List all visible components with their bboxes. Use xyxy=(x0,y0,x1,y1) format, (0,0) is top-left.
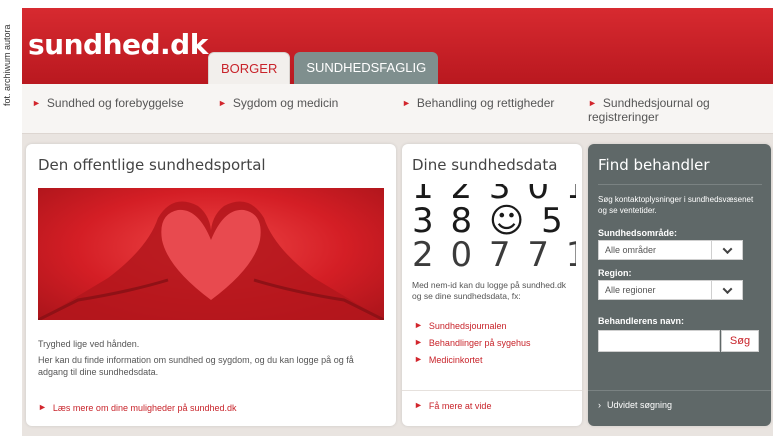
arrow-icon: ► xyxy=(414,320,423,330)
advanced-search-link[interactable]: › Udvidet søgning xyxy=(598,400,672,410)
tab-sundhedsfaglig[interactable]: SUNDHEDSFAGLIG xyxy=(294,52,439,84)
page-frame: sundhed.dk BORGER SUNDHEDSFAGLIG ► Sundhe… xyxy=(22,8,773,436)
digits-illustration: 1 2 3 0 1 5 3 8 ☺ 5 6 7 2 0 7 7 1 6 xyxy=(412,184,576,272)
health-data-title: Dine sundhedsdata xyxy=(412,156,558,174)
heart-hands-image xyxy=(38,188,384,320)
link-behandlinger[interactable]: ► Behandlinger på sygehus xyxy=(414,337,531,348)
nav-item-sygdom[interactable]: ► Sygdom og medicin xyxy=(218,96,338,110)
area-label: Sundhedsområde: xyxy=(598,228,678,238)
photo-credit: fot. archiwum autora xyxy=(2,24,12,106)
portal-tagline: Tryghed lige ved hånden. xyxy=(38,339,140,349)
nav-item-sundhed[interactable]: ► Sundhed og forebyggelse xyxy=(32,96,184,110)
health-data-panel: Dine sundhedsdata 1 2 3 0 1 5 3 8 ☺ 5 6 … xyxy=(402,144,582,426)
find-provider-intro: Søg kontaktoplysninger i sundhedsvæsenet… xyxy=(598,195,754,215)
chevron-down-icon[interactable] xyxy=(711,240,743,260)
region-label: Region: xyxy=(598,268,632,278)
arrow-icon: ► xyxy=(588,98,597,108)
nav-item-behandling[interactable]: ► Behandling og rettigheder xyxy=(402,96,554,110)
provider-name-label: Behandlerens navn: xyxy=(598,316,685,326)
region-select[interactable]: Alle regioner xyxy=(598,280,743,300)
nav-item-sundhedsjournal[interactable]: ► Sundhedsjournal og registreringer xyxy=(588,96,738,124)
main-nav: ► Sundhed og forebyggelse ► Sygdom og medi… xyxy=(22,84,773,134)
link-medicinkortet[interactable]: ► Medicinkortet xyxy=(414,354,482,365)
arrow-icon: ► xyxy=(402,98,411,108)
arrow-icon: ► xyxy=(32,98,41,108)
heart-hands-icon xyxy=(38,201,384,320)
arrow-icon: ► xyxy=(414,354,423,364)
portal-read-more-link[interactable]: ► Læs mere om dine muligheder på sundhed.… xyxy=(38,402,237,413)
chevron-down-icon[interactable] xyxy=(711,280,743,300)
divider xyxy=(598,184,762,185)
search-button[interactable]: Søg xyxy=(721,330,759,352)
link-sundhedsjournalen[interactable]: ► Sundhedsjournalen xyxy=(414,320,507,331)
divider xyxy=(588,390,771,391)
arrow-icon: ► xyxy=(414,400,423,410)
portal-title: Den offentlige sundhedsportal xyxy=(38,156,266,174)
find-provider-panel: Find behandler Søg kontaktoplysninger i … xyxy=(588,144,771,426)
find-provider-title: Find behandler xyxy=(598,156,710,174)
site-header: sundhed.dk BORGER SUNDHEDSFAGLIG xyxy=(22,8,773,84)
arrow-icon: ► xyxy=(218,98,227,108)
health-data-more-link[interactable]: ► Få mere at vide xyxy=(414,400,491,411)
arrow-icon: › xyxy=(598,400,601,410)
tab-borger[interactable]: BORGER xyxy=(208,52,291,84)
arrow-icon: ► xyxy=(414,337,423,347)
health-data-intro: Med nem-id kan du logge på sundhed.dk og… xyxy=(412,280,567,301)
portal-body: Her kan du finde information om sundhed … xyxy=(38,355,354,377)
area-select[interactable]: Alle områder xyxy=(598,240,743,260)
arrow-icon: ► xyxy=(38,402,47,412)
divider xyxy=(402,390,582,391)
site-logo[interactable]: sundhed.dk xyxy=(28,28,208,61)
audience-tabs: BORGER SUNDHEDSFAGLIG xyxy=(208,52,439,84)
provider-name-input[interactable] xyxy=(598,330,720,352)
portal-panel: Den offentlige sundhedsportal Tryghed li… xyxy=(26,144,396,426)
